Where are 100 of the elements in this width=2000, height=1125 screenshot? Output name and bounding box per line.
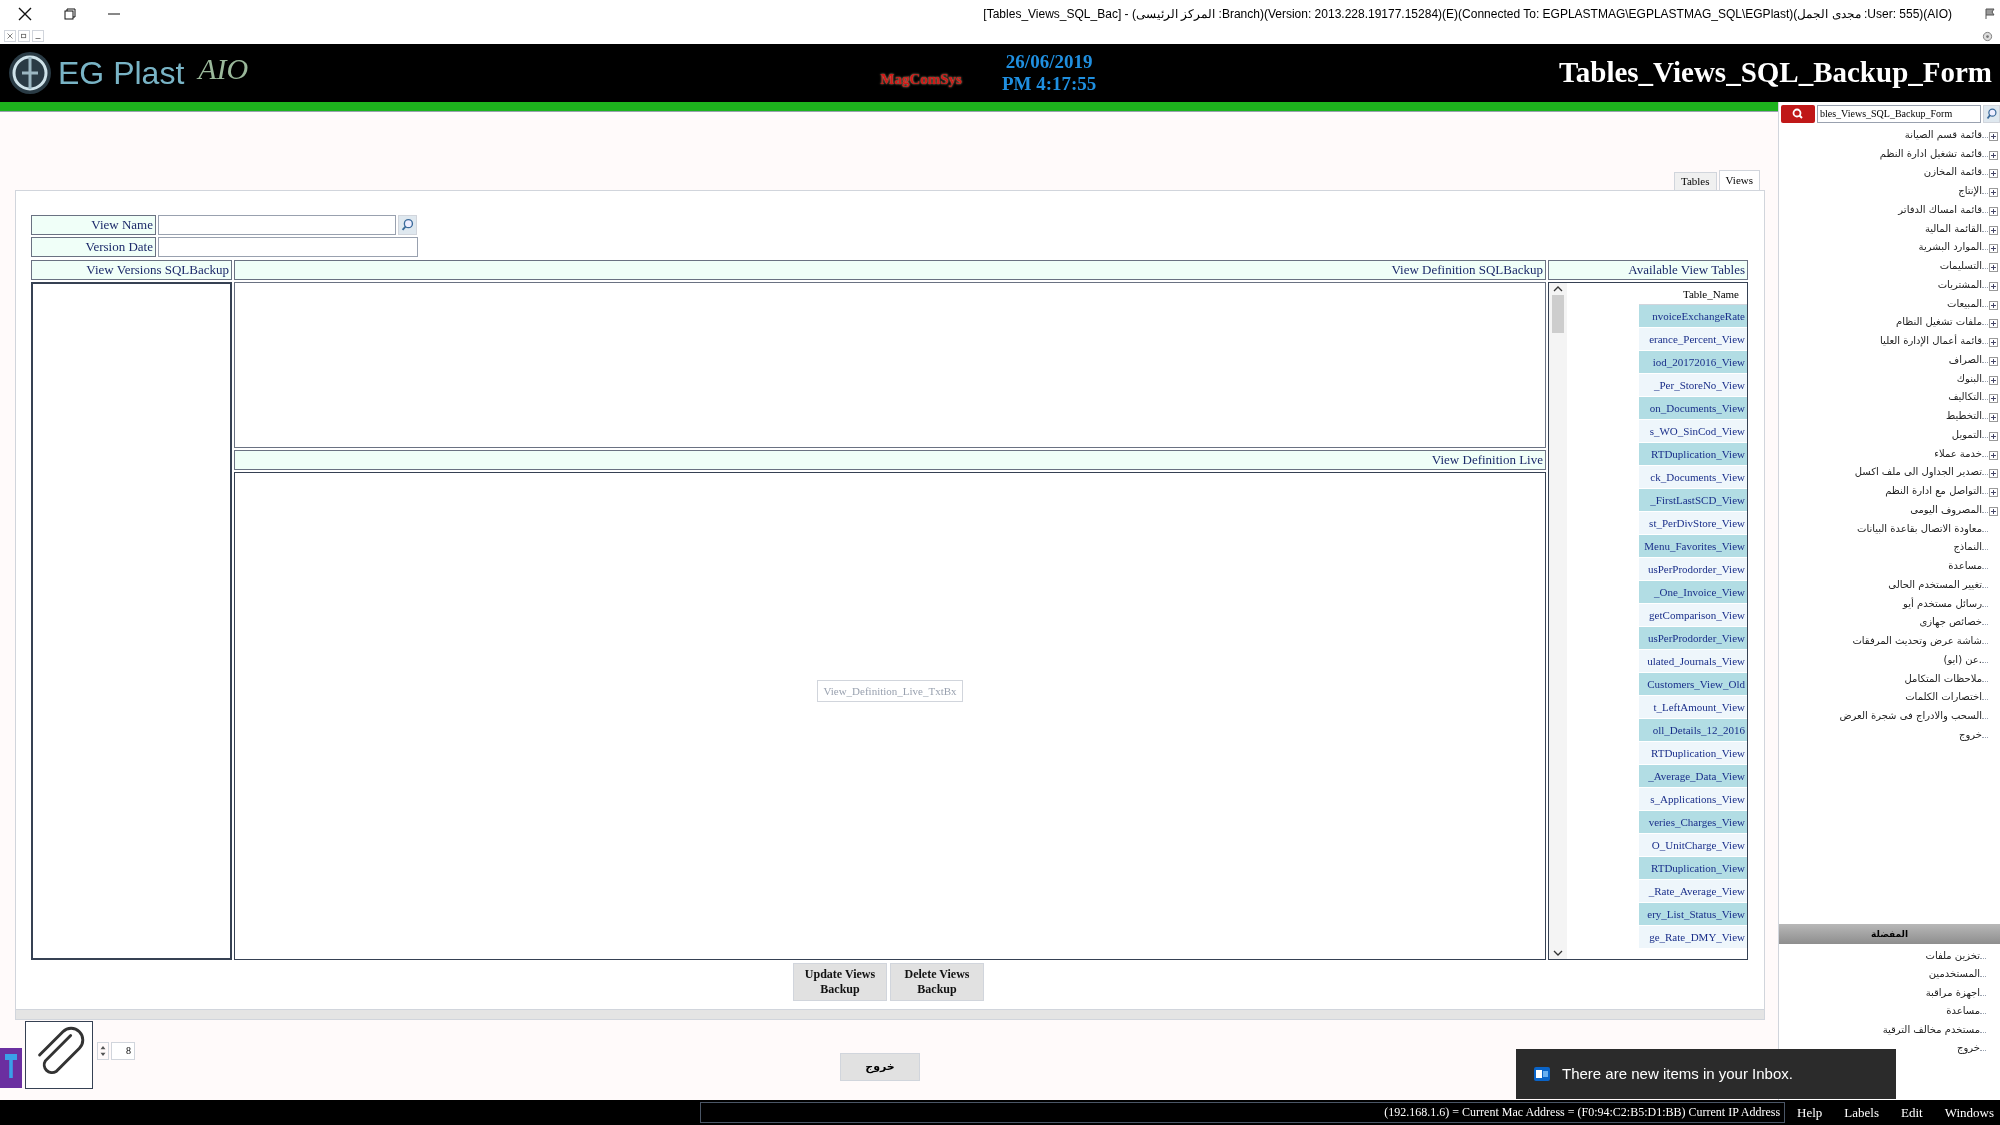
favorite-item[interactable]: خروج bbox=[1957, 1040, 1980, 1056]
text-input[interactable] bbox=[158, 215, 396, 235]
spinner-field[interactable]: 8 bbox=[111, 1042, 135, 1060]
expand-icon[interactable] bbox=[1989, 338, 1998, 348]
favorite-item[interactable]: مساعدة bbox=[1946, 1003, 1980, 1019]
expand-icon[interactable] bbox=[1989, 431, 1998, 441]
expand-icon[interactable] bbox=[1989, 281, 1998, 291]
action-button[interactable]: Update Views Backup bbox=[793, 963, 887, 1001]
tree-item[interactable]: شاشة عرض وتحديث المرفقات bbox=[1852, 633, 1982, 649]
tree-item[interactable]: الصراف bbox=[1948, 351, 1982, 367]
table-cell[interactable]: oll_Details_12_2016 bbox=[1639, 719, 1747, 742]
expand-icon[interactable] bbox=[1989, 225, 1998, 235]
tree-item[interactable]: قائمة تشغيل ادارة النظم bbox=[1879, 145, 1982, 161]
notification-toast[interactable]: There are new items in your Inbox. bbox=[1516, 1049, 1896, 1099]
expand-icon[interactable] bbox=[1989, 356, 1998, 366]
scroll-down-icon[interactable] bbox=[1553, 949, 1563, 957]
tree-item[interactable]: التكاليف bbox=[1948, 389, 1982, 405]
table-cell[interactable]: on_Documents_View bbox=[1639, 397, 1747, 420]
table-cell[interactable]: iod_20172016_View bbox=[1639, 351, 1747, 374]
table-cell[interactable]: _Per_StoreNo_View bbox=[1639, 374, 1747, 397]
search-field[interactable]: bles_Views_SQL_Backup_Form bbox=[1817, 105, 1981, 123]
tree-item[interactable]: الإنتاج bbox=[1958, 183, 1982, 199]
list-box[interactable] bbox=[31, 282, 232, 960]
tree-item[interactable]: قائمة قسم الصيانة bbox=[1904, 126, 1982, 142]
tree-item[interactable]: خدمة عملاء bbox=[1934, 445, 1982, 461]
tree-item[interactable]: السحب والادراج فى شجرة العرض bbox=[1839, 708, 1982, 724]
search-icon[interactable] bbox=[1983, 105, 2000, 123]
menu-item[interactable]: Windows bbox=[1944, 1102, 1994, 1123]
expand-icon[interactable] bbox=[1989, 188, 1998, 198]
tree-item[interactable]: تغيير المستخدم الحالى bbox=[1888, 576, 1982, 592]
table-cell[interactable]: nvoiceExchangeRate bbox=[1639, 305, 1747, 328]
menu-item[interactable]: Labels bbox=[1844, 1102, 1879, 1123]
menu-item[interactable]: Help bbox=[1797, 1102, 1823, 1123]
tree-item[interactable]: خصائص جهازى bbox=[1919, 614, 1982, 630]
restore-icon[interactable] bbox=[18, 30, 30, 42]
table-cell[interactable]: ulated_Journals_View bbox=[1639, 650, 1747, 673]
tree-item[interactable]: التمويل bbox=[1951, 426, 1982, 442]
expand-icon[interactable] bbox=[1989, 375, 1998, 385]
tree-item[interactable]: المشتريات bbox=[1937, 276, 1982, 292]
tree-item[interactable]: التخطيط bbox=[1946, 408, 1982, 424]
expand-icon[interactable] bbox=[1989, 469, 1998, 479]
search-icon[interactable] bbox=[398, 215, 417, 235]
table-cell[interactable]: RTDuplication_View bbox=[1639, 742, 1747, 765]
minimize-icon[interactable] bbox=[32, 30, 44, 42]
app-icon[interactable] bbox=[0, 1048, 22, 1088]
close-icon[interactable] bbox=[18, 7, 32, 21]
tree-item[interactable]: البنوك bbox=[1956, 370, 1982, 386]
tree-item[interactable]: المصروف اليومى bbox=[1910, 501, 1982, 517]
action-button[interactable]: Delete Views Backup bbox=[890, 963, 984, 1001]
expand-icon[interactable] bbox=[1989, 319, 1998, 329]
tree-item[interactable]: خروج bbox=[1959, 726, 1982, 742]
table-cell[interactable]: st_PerDivStore_View bbox=[1639, 512, 1747, 535]
table-cell[interactable]: _One_Invoice_View bbox=[1639, 581, 1747, 604]
tree-item[interactable]: قائمة أعمال الإدارة العليا bbox=[1880, 333, 1982, 349]
tree-item[interactable]: مساعدة bbox=[1948, 558, 1982, 574]
expand-icon[interactable] bbox=[1989, 394, 1998, 404]
table-cell[interactable]: ery_List_Status_View bbox=[1639, 903, 1747, 926]
favorite-item[interactable]: مستخدم مخالف الترقية bbox=[1882, 1021, 1980, 1037]
exit-button[interactable]: خروج bbox=[840, 1053, 920, 1081]
table-cell[interactable]: usPerProdorder_View bbox=[1639, 627, 1747, 650]
spinner-arrows-icon[interactable] bbox=[97, 1042, 109, 1060]
table-cell[interactable]: _Rate_Average_View bbox=[1639, 880, 1747, 903]
tree-item[interactable]: المبيعات bbox=[1947, 295, 1982, 311]
expand-icon[interactable] bbox=[1989, 206, 1998, 216]
tree-item[interactable]: ملاحظات المتكامل bbox=[1904, 670, 1982, 686]
tab[interactable]: Views bbox=[1718, 170, 1760, 190]
table-cell[interactable]: s_Applications_View bbox=[1639, 788, 1747, 811]
scroll-up-icon[interactable] bbox=[1553, 285, 1563, 293]
table-cell[interactable]: usPerProdorder_View bbox=[1639, 558, 1747, 581]
expand-icon[interactable] bbox=[1989, 300, 1998, 310]
scroll-thumb[interactable] bbox=[1552, 295, 1564, 333]
expand-icon[interactable] bbox=[1989, 131, 1998, 141]
paperclip-icon[interactable] bbox=[25, 1021, 93, 1089]
tree-item[interactable]: النماذج bbox=[1953, 539, 1982, 555]
table-cell[interactable]: ck_Documents_View bbox=[1639, 466, 1747, 489]
table-cell[interactable]: _Average_Data_View bbox=[1639, 765, 1747, 788]
tree-item[interactable]: عن (ايو). bbox=[1943, 651, 1982, 667]
tree-item[interactable]: التواصل مع ادارة النظم bbox=[1885, 483, 1982, 499]
expand-icon[interactable] bbox=[1989, 244, 1998, 254]
expand-icon[interactable] bbox=[1989, 413, 1998, 423]
horizontal-scrollbar[interactable] bbox=[16, 1009, 1764, 1019]
restore-icon[interactable] bbox=[64, 8, 76, 20]
favorite-item[interactable]: المستخدمين bbox=[1928, 966, 1980, 982]
tree-item[interactable]: ملفات تشغيل النظام bbox=[1896, 314, 1982, 330]
expand-icon[interactable] bbox=[1989, 488, 1998, 498]
favorite-item[interactable]: اجهزة مراقبة bbox=[1925, 984, 1980, 1000]
menu-item[interactable]: Edit bbox=[1901, 1102, 1923, 1123]
table-cell[interactable]: ge_Rate_DMY_View bbox=[1639, 926, 1747, 949]
tree-item[interactable]: القائمة المالية bbox=[1924, 220, 1982, 236]
tree-item[interactable]: رسائل مستخدم أيو bbox=[1903, 595, 1982, 611]
search-icon[interactable] bbox=[1781, 105, 1815, 123]
expand-icon[interactable] bbox=[1989, 150, 1998, 160]
text-input[interactable] bbox=[158, 237, 418, 257]
tree-item[interactable]: تصدير الجداول الى ملف اكسل bbox=[1854, 464, 1982, 480]
table-cell[interactable]: Menu_Favorites_View bbox=[1639, 535, 1747, 558]
table-cell[interactable]: Customers_View_Old bbox=[1639, 673, 1747, 696]
tree-item[interactable]: اختصارات الكلمات bbox=[1905, 689, 1982, 705]
tree-item[interactable]: قائمة المخازن bbox=[1923, 164, 1982, 180]
favorite-item[interactable]: تخزين ملفات bbox=[1925, 947, 1980, 963]
gear-icon[interactable] bbox=[1982, 30, 1993, 42]
